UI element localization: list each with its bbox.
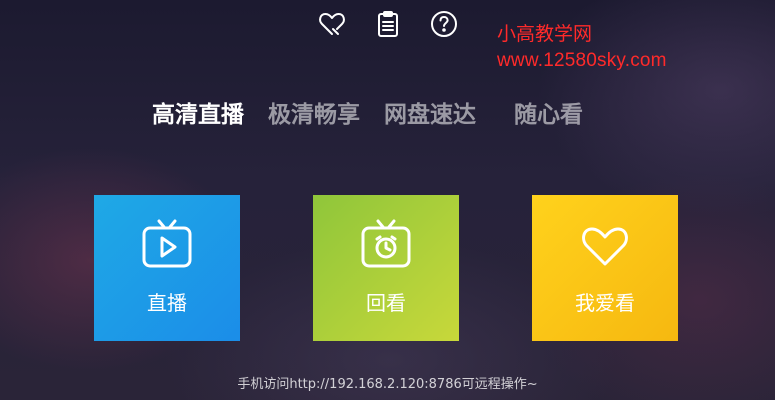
heart-edit-icon[interactable] [314,6,350,42]
watermark-url: www.12580sky.com [497,50,667,71]
tv-clock-icon [361,219,411,268]
heart-icon [582,227,628,266]
top-toolbar [314,6,462,42]
tab-cloud-drive[interactable]: 网盘速达 [384,95,476,129]
tab-ultra-hd[interactable]: 极清畅享 [268,95,360,129]
tab-watch-anytime[interactable]: 随心看 [514,95,583,129]
category-tabs: 高清直播 极清畅享 网盘速达 随心看 [152,95,607,129]
tab-hd-live[interactable]: 高清直播 [152,95,244,129]
clipboard-icon[interactable] [370,6,406,42]
watermark-name: 小高教学网 [497,24,593,45]
replay-tile[interactable]: 回看 [313,195,459,341]
tv-play-icon [142,219,192,268]
remote-access-hint: 手机访问http://192.168.2.120:8786可远程操作~ [237,377,538,392]
live-tile[interactable]: 直播 [94,195,240,341]
favorites-tile[interactable]: 我爱看 [532,195,678,341]
help-icon[interactable] [426,6,462,42]
live-tile-label: 直播 [147,291,187,315]
watermark: 小高教学网 www.12580sky.com [497,22,667,74]
favorites-tile-label: 我爱看 [575,291,635,315]
replay-tile-label: 回看 [366,291,406,315]
